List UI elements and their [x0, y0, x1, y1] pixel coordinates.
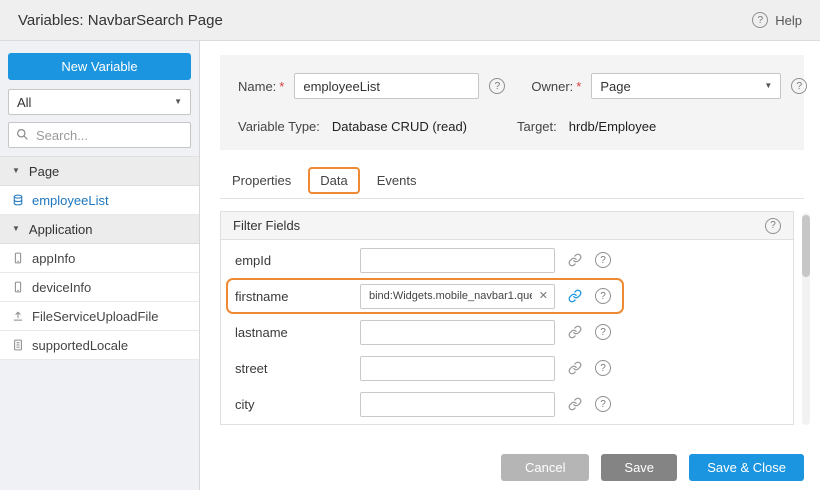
bind-link-icon[interactable]: [568, 397, 582, 411]
bind-link-icon[interactable]: [568, 361, 582, 375]
filter-field-label: empId: [235, 253, 360, 268]
bind-link-icon[interactable]: [568, 253, 582, 267]
required-asterisk: [279, 79, 284, 94]
sidebar-item-supportedlocale[interactable]: supportedLocale: [0, 331, 199, 360]
sidebar-item-deviceinfo[interactable]: deviceInfo: [0, 273, 199, 302]
field-help-icon[interactable]: [595, 324, 611, 340]
owner-label: Owner:: [531, 79, 573, 94]
filter-field-label: street: [235, 361, 360, 376]
sidebar-group-application[interactable]: ▼ Application: [0, 215, 199, 244]
street-input[interactable]: [360, 356, 555, 381]
filter-field-label: lastname: [235, 325, 360, 340]
empid-input[interactable]: [360, 248, 555, 273]
variable-type-value: Database CRUD (read): [332, 119, 467, 134]
help-button[interactable]: Help: [752, 12, 802, 28]
tab-events[interactable]: Events: [365, 166, 429, 198]
sidebar-group-page[interactable]: ▼ Page: [0, 157, 199, 186]
field-help-icon[interactable]: [595, 288, 611, 304]
phone-icon: [12, 281, 24, 293]
sidebar-item-employeelist[interactable]: employeeList: [0, 186, 199, 215]
target-label: Target:: [517, 119, 557, 134]
help-label: Help: [775, 13, 802, 28]
filter-row-city: city: [221, 386, 793, 422]
sidebar-item-label: supportedLocale: [32, 338, 128, 353]
chevron-down-icon: ▼: [764, 82, 772, 90]
field-help-icon[interactable]: [791, 78, 807, 94]
vertical-scrollbar[interactable]: [802, 213, 810, 425]
sidebar-item-label: appInfo: [32, 251, 75, 266]
scrollbar-thumb[interactable]: [802, 215, 810, 277]
target-value: hrdb/Employee: [569, 119, 656, 134]
filter-row-street: street: [221, 350, 793, 386]
owner-select[interactable]: Page ▼: [591, 73, 781, 99]
name-label: Name:: [238, 79, 276, 94]
sidebar-group-label: Application: [29, 222, 93, 237]
save-and-close-button[interactable]: Save & Close: [689, 454, 804, 481]
database-icon: [12, 194, 24, 206]
sidebar-item-fileserviceuploadfile[interactable]: FileServiceUploadFile: [0, 302, 199, 331]
bind-link-icon[interactable]: [568, 325, 582, 339]
sidebar-item-appinfo[interactable]: appInfo: [0, 244, 199, 273]
document-icon: [12, 339, 24, 351]
cancel-button[interactable]: Cancel: [501, 454, 589, 481]
sidebar-item-label: FileServiceUploadFile: [32, 309, 158, 324]
variable-type-label: Variable Type:: [238, 119, 320, 134]
filter-row-empid: empId: [221, 242, 793, 278]
filter-fields-header: Filter Fields: [221, 212, 793, 240]
filter-fields-rows: empId firstname: [221, 240, 793, 424]
sidebar-item-label: deviceInfo: [32, 280, 91, 295]
filter-fields-title: Filter Fields: [233, 218, 300, 233]
tab-properties[interactable]: Properties: [220, 166, 303, 198]
chevron-down-icon: ▼: [12, 167, 20, 175]
owner-group: Owner: Page ▼: [531, 73, 807, 99]
variables-dialog: Variables: NavbarSearch Page Help New Va…: [0, 0, 820, 490]
sidebar-controls: New Variable All ▼: [0, 41, 199, 148]
dialog-header: Variables: NavbarSearch Page Help: [0, 0, 820, 41]
city-input[interactable]: [360, 392, 555, 417]
variable-name-input[interactable]: [294, 73, 479, 99]
type-target-row: Variable Type: Database CRUD (read) Targ…: [238, 119, 786, 134]
field-help-icon[interactable]: [489, 78, 505, 94]
filter-field-label: city: [235, 397, 360, 412]
save-button[interactable]: Save: [601, 454, 677, 481]
page-title: Variables: NavbarSearch Page: [18, 12, 223, 29]
name-owner-row: Name: Owner: Page ▼: [238, 73, 786, 99]
filter-row-lastname: lastname: [221, 314, 793, 350]
filter-row-firstname: firstname ✕: [221, 278, 793, 314]
filter-fields-panel: Filter Fields empId: [220, 211, 794, 425]
variables-sidebar: New Variable All ▼ ▼ Page: [0, 41, 200, 490]
sidebar-item-label: employeeList: [32, 193, 109, 208]
field-help-icon[interactable]: [595, 396, 611, 412]
filter-selected-value: All: [17, 95, 31, 110]
variable-type-filter-select[interactable]: All ▼: [8, 89, 191, 115]
filter-field-label: firstname: [235, 289, 360, 304]
variables-tree: ▼ Page employeeList ▼ Applicati: [0, 156, 199, 360]
upload-icon: [12, 310, 24, 322]
clear-binding-icon[interactable]: ✕: [539, 291, 548, 302]
dialog-footer: Cancel Save Save & Close: [200, 444, 820, 490]
sidebar-group-label: Page: [29, 164, 59, 179]
variable-info-panel: Name: Owner: Page ▼ Varia: [220, 55, 804, 150]
owner-selected-value: Page: [600, 79, 630, 94]
bind-link-icon[interactable]: [568, 289, 582, 303]
search-input[interactable]: [8, 122, 191, 148]
chevron-down-icon: ▼: [174, 98, 182, 106]
panel-help-icon[interactable]: [765, 218, 781, 234]
new-variable-button[interactable]: New Variable: [8, 53, 191, 80]
required-asterisk: [576, 79, 581, 94]
help-icon: [752, 12, 768, 28]
variable-detail-pane: Name: Owner: Page ▼ Varia: [200, 41, 820, 490]
chevron-down-icon: ▼: [12, 225, 20, 233]
field-help-icon[interactable]: [595, 252, 611, 268]
search-icon: [16, 128, 29, 141]
field-help-icon[interactable]: [595, 360, 611, 376]
dialog-body: New Variable All ▼ ▼ Page: [0, 41, 820, 490]
search-box: [8, 122, 191, 148]
tab-data[interactable]: Data: [308, 167, 359, 194]
firstname-input[interactable]: [360, 284, 555, 309]
lastname-input[interactable]: [360, 320, 555, 345]
detail-tabs: Properties Data Events: [220, 166, 804, 199]
phone-icon: [12, 252, 24, 264]
